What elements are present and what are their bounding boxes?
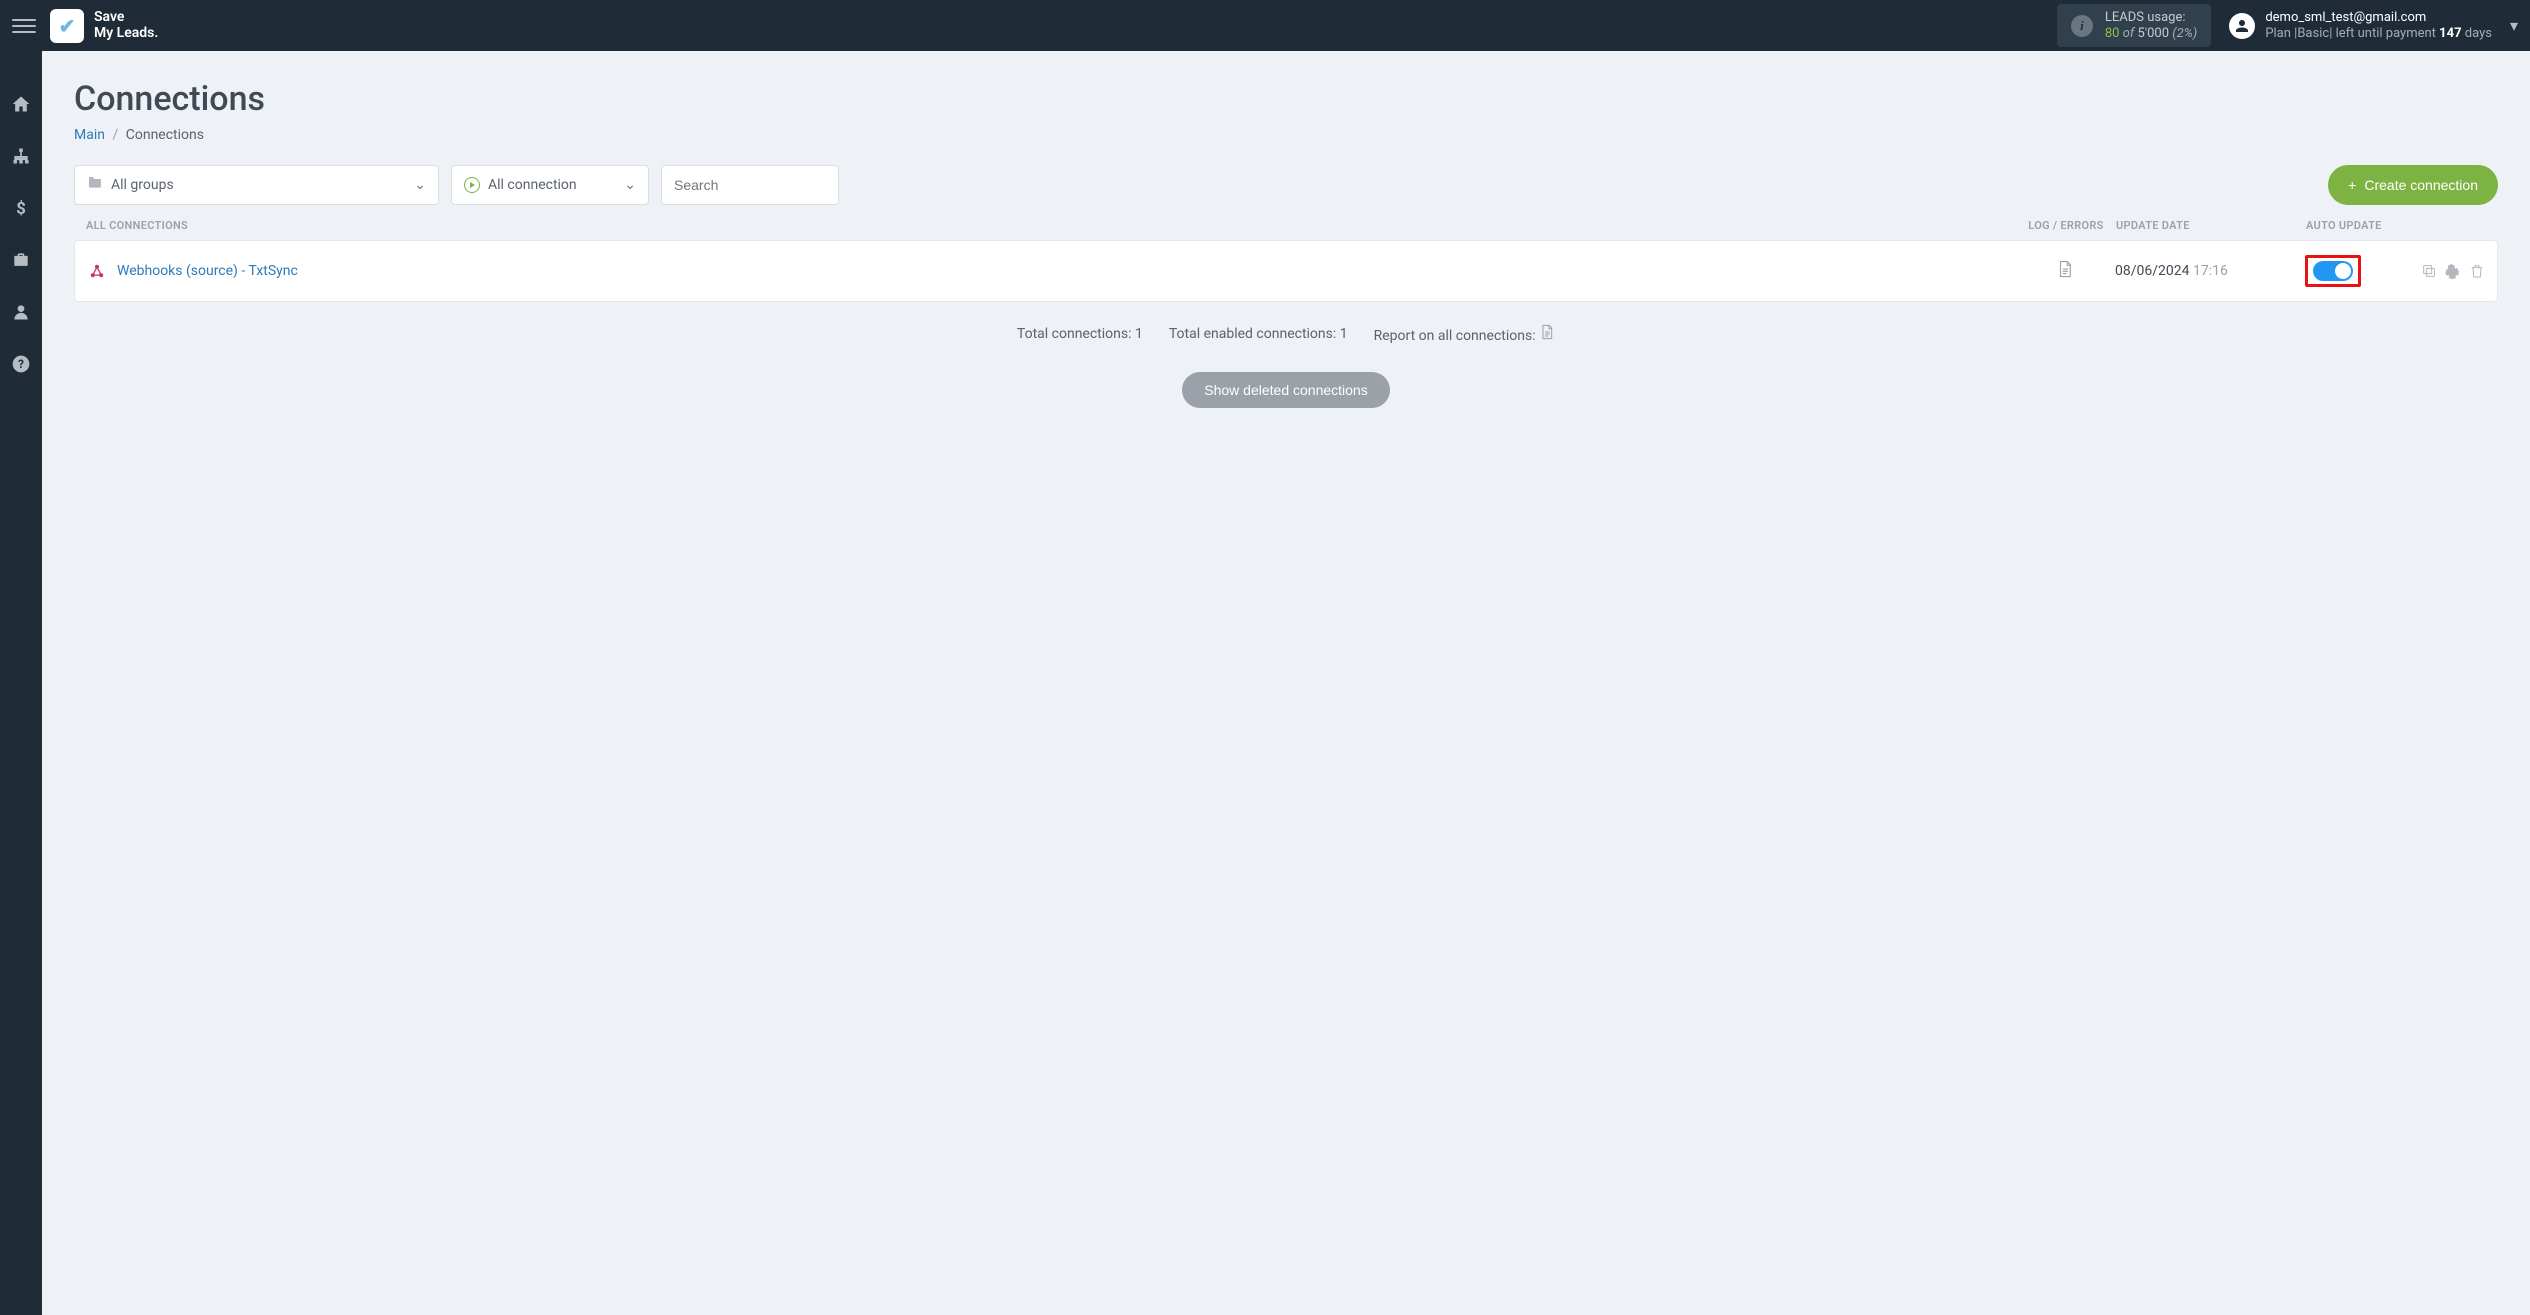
dollar-icon[interactable]: $ bbox=[8, 195, 34, 221]
user-email: demo_sml_test@gmail.com bbox=[2265, 10, 2492, 26]
groups-dropdown[interactable]: All groups ⌄ bbox=[74, 165, 439, 205]
filter-row: All groups ⌄ All connection ⌄ + Create c… bbox=[74, 165, 2498, 205]
leads-total: 5'000 bbox=[2138, 26, 2170, 41]
search-input[interactable] bbox=[674, 177, 826, 193]
page-title: Connections bbox=[74, 79, 2498, 119]
gear-icon[interactable] bbox=[2445, 263, 2461, 279]
highlight-annotation bbox=[2305, 255, 2361, 287]
user-menu[interactable]: demo_sml_test@gmail.com Plan |Basic| lef… bbox=[2229, 10, 2492, 41]
main-content: Connections Main / Connections All group… bbox=[42, 51, 2530, 436]
chevron-down-icon: ⌄ bbox=[414, 177, 426, 193]
enabled-connections-value: 1 bbox=[1340, 326, 1348, 342]
hamburger-menu-icon[interactable] bbox=[12, 14, 36, 38]
trash-icon[interactable] bbox=[2469, 263, 2485, 279]
breadcrumb: Main / Connections bbox=[74, 127, 2498, 143]
brand-line2: My Leads. bbox=[94, 26, 158, 41]
help-icon[interactable]: ? bbox=[8, 351, 34, 377]
leads-usage-label: LEADS usage: bbox=[2105, 10, 2197, 26]
user-icon[interactable] bbox=[8, 299, 34, 325]
connection-name-link[interactable]: Webhooks (source) - TxtSync bbox=[117, 263, 298, 279]
summary-row: Total connections: 1 Total enabled conne… bbox=[74, 324, 2498, 344]
col-header-name: ALL CONNECTIONS bbox=[86, 219, 2016, 232]
info-icon: i bbox=[2071, 15, 2093, 37]
leads-of-word: of bbox=[2123, 26, 2135, 41]
left-rail: $ ? bbox=[0, 51, 42, 1315]
user-avatar-icon bbox=[2229, 13, 2255, 39]
log-document-icon[interactable] bbox=[2056, 260, 2074, 282]
copy-icon[interactable] bbox=[2421, 263, 2437, 279]
search-input-wrapper bbox=[661, 165, 839, 205]
col-header-auto: AUTO UPDATE bbox=[2306, 219, 2406, 232]
leads-percent: (2%) bbox=[2172, 26, 2197, 41]
topbar: ✔ Save My Leads. i LEADS usage: 80 of 5'… bbox=[0, 0, 2530, 51]
groups-dropdown-label: All groups bbox=[111, 177, 174, 193]
auto-update-toggle[interactable] bbox=[2313, 261, 2353, 281]
col-header-date: UPDATE DATE bbox=[2116, 219, 2306, 232]
svg-text:?: ? bbox=[18, 357, 24, 371]
show-deleted-button[interactable]: Show deleted connections bbox=[1182, 372, 1389, 408]
folder-icon bbox=[87, 175, 103, 195]
breadcrumb-current: Connections bbox=[126, 127, 204, 143]
total-connections-value: 1 bbox=[1135, 326, 1143, 342]
col-header-log: LOG / ERRORS bbox=[2016, 219, 2116, 232]
report-label: Report on all connections: bbox=[1374, 328, 1539, 344]
connection-dropdown-label: All connection bbox=[488, 177, 577, 193]
chevron-down-icon[interactable]: ▾ bbox=[2510, 16, 2518, 35]
brand-line1: Save bbox=[94, 10, 158, 25]
sitemap-icon[interactable] bbox=[8, 143, 34, 169]
update-date: 08/06/2024 17:16 bbox=[2115, 263, 2305, 279]
enabled-connections-label: Total enabled connections: bbox=[1169, 326, 1340, 342]
play-circle-icon bbox=[464, 177, 480, 193]
total-connections-label: Total connections: bbox=[1017, 326, 1135, 342]
create-connection-label: Create connection bbox=[2364, 177, 2478, 193]
briefcase-icon[interactable] bbox=[8, 247, 34, 273]
user-plan: Plan |Basic| left until payment 147 days bbox=[2265, 26, 2492, 42]
brand-name: Save My Leads. bbox=[94, 10, 158, 41]
breadcrumb-main-link[interactable]: Main bbox=[74, 127, 105, 143]
leads-usage-badge[interactable]: i LEADS usage: 80 of 5'000 (2%) bbox=[2057, 4, 2211, 47]
home-icon[interactable] bbox=[8, 91, 34, 117]
chevron-down-icon: ⌄ bbox=[624, 177, 636, 193]
connection-status-dropdown[interactable]: All connection ⌄ bbox=[451, 165, 649, 205]
report-document-icon[interactable] bbox=[1539, 324, 1555, 340]
svg-text:$: $ bbox=[16, 200, 26, 218]
table-row: Webhooks (source) - TxtSync 08/06/2024 1… bbox=[74, 240, 2498, 302]
plus-icon: + bbox=[2348, 177, 2356, 193]
create-connection-button[interactable]: + Create connection bbox=[2328, 165, 2498, 205]
logo-icon[interactable]: ✔ bbox=[50, 9, 84, 43]
webhook-icon bbox=[87, 261, 107, 281]
leads-used: 80 bbox=[2105, 26, 2120, 41]
table-header: ALL CONNECTIONS LOG / ERRORS UPDATE DATE… bbox=[74, 219, 2498, 240]
breadcrumb-separator: / bbox=[112, 127, 118, 143]
